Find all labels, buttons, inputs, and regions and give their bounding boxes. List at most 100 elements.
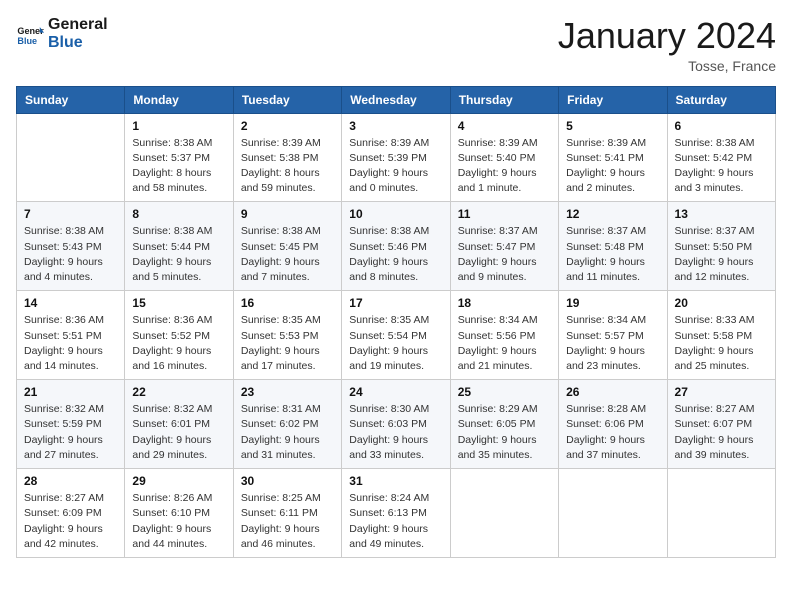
day-info: Sunrise: 8:37 AMSunset: 5:48 PMDaylight:… <box>566 224 659 285</box>
weekday-header: Thursday <box>450 86 558 113</box>
day-number: 12 <box>566 207 659 221</box>
calendar-cell: 12 Sunrise: 8:37 AMSunset: 5:48 PMDayligh… <box>559 202 667 291</box>
day-info: Sunrise: 8:24 AMSunset: 6:13 PMDaylight:… <box>349 491 442 552</box>
day-number: 22 <box>132 385 225 399</box>
weekday-header: Friday <box>559 86 667 113</box>
day-number: 16 <box>241 296 334 310</box>
day-info: Sunrise: 8:34 AMSunset: 5:57 PMDaylight:… <box>566 313 659 374</box>
day-number: 26 <box>566 385 659 399</box>
day-info: Sunrise: 8:35 AMSunset: 5:53 PMDaylight:… <box>241 313 334 374</box>
logo-icon: General Blue <box>16 20 44 48</box>
day-number: 13 <box>675 207 768 221</box>
day-number: 25 <box>458 385 551 399</box>
day-info: Sunrise: 8:39 AMSunset: 5:40 PMDaylight:… <box>458 136 551 197</box>
calendar-cell: 19 Sunrise: 8:34 AMSunset: 5:57 PMDayligh… <box>559 291 667 380</box>
day-number: 18 <box>458 296 551 310</box>
title-area: January 2024 Tosse, France <box>558 16 776 74</box>
day-info: Sunrise: 8:27 AMSunset: 6:07 PMDaylight:… <box>675 402 768 463</box>
day-number: 31 <box>349 474 442 488</box>
day-info: Sunrise: 8:37 AMSunset: 5:50 PMDaylight:… <box>675 224 768 285</box>
calendar-cell: 7Sunrise: 8:38 AMSunset: 5:43 PMDaylight… <box>17 202 125 291</box>
calendar-cell: 21 Sunrise: 8:32 AMSunset: 5:59 PMDayligh… <box>17 380 125 469</box>
calendar-cell: 5 Sunrise: 8:39 AMSunset: 5:41 PMDaylight… <box>559 113 667 202</box>
calendar-cell: 23 Sunrise: 8:31 AMSunset: 6:02 PMDayligh… <box>233 380 341 469</box>
day-number: 4 <box>458 119 551 133</box>
calendar-week-row: 21 Sunrise: 8:32 AMSunset: 5:59 PMDayligh… <box>17 380 776 469</box>
calendar-cell: 30 Sunrise: 8:25 AMSunset: 6:11 PMDayligh… <box>233 469 341 558</box>
day-number: 30 <box>241 474 334 488</box>
day-number: 9 <box>241 207 334 221</box>
weekday-header-row: SundayMondayTuesdayWednesdayThursdayFrid… <box>17 86 776 113</box>
calendar-week-row: 1Sunrise: 8:38 AMSunset: 5:37 PMDaylight… <box>17 113 776 202</box>
day-number: 5 <box>566 119 659 133</box>
calendar-cell: 11 Sunrise: 8:37 AMSunset: 5:47 PMDayligh… <box>450 202 558 291</box>
calendar-cell: 9 Sunrise: 8:38 AMSunset: 5:45 PMDaylight… <box>233 202 341 291</box>
day-info: Sunrise: 8:38 AMSunset: 5:44 PMDaylight:… <box>132 224 225 285</box>
day-info: Sunrise: 8:37 AMSunset: 5:47 PMDaylight:… <box>458 224 551 285</box>
calendar-cell: 10 Sunrise: 8:38 AMSunset: 5:46 PMDayligh… <box>342 202 450 291</box>
calendar-cell <box>450 469 558 558</box>
logo: General Blue GeneralBlue <box>16 16 108 51</box>
calendar-cell <box>17 113 125 202</box>
day-info: Sunrise: 8:26 AMSunset: 6:10 PMDaylight:… <box>132 491 225 552</box>
calendar-cell: 6 Sunrise: 8:38 AMSunset: 5:42 PMDaylight… <box>667 113 775 202</box>
day-number: 20 <box>675 296 768 310</box>
calendar-cell <box>667 469 775 558</box>
calendar-cell: 14Sunrise: 8:36 AMSunset: 5:51 PMDayligh… <box>17 291 125 380</box>
calendar-cell: 3Sunrise: 8:39 AMSunset: 5:39 PMDaylight… <box>342 113 450 202</box>
logo-text: GeneralBlue <box>48 16 108 51</box>
day-info: Sunrise: 8:25 AMSunset: 6:11 PMDaylight:… <box>241 491 334 552</box>
day-number: 24 <box>349 385 442 399</box>
day-number: 21 <box>24 385 117 399</box>
day-info: Sunrise: 8:31 AMSunset: 6:02 PMDaylight:… <box>241 402 334 463</box>
day-info: Sunrise: 8:38 AMSunset: 5:42 PMDaylight:… <box>675 136 768 197</box>
day-info: Sunrise: 8:38 AMSunset: 5:46 PMDaylight:… <box>349 224 442 285</box>
calendar-cell: 17 Sunrise: 8:35 AMSunset: 5:54 PMDayligh… <box>342 291 450 380</box>
month-title: January 2024 <box>558 16 776 56</box>
day-number: 8 <box>132 207 225 221</box>
day-number: 1 <box>132 119 225 133</box>
day-info: Sunrise: 8:29 AMSunset: 6:05 PMDaylight:… <box>458 402 551 463</box>
calendar-cell: 24 Sunrise: 8:30 AMSunset: 6:03 PMDayligh… <box>342 380 450 469</box>
calendar-cell: 20Sunrise: 8:33 AMSunset: 5:58 PMDayligh… <box>667 291 775 380</box>
calendar-cell: 29 Sunrise: 8:26 AMSunset: 6:10 PMDayligh… <box>125 469 233 558</box>
day-info: Sunrise: 8:36 AMSunset: 5:52 PMDaylight:… <box>132 313 225 374</box>
weekday-header: Monday <box>125 86 233 113</box>
calendar-cell: 1Sunrise: 8:38 AMSunset: 5:37 PMDaylight… <box>125 113 233 202</box>
day-number: 6 <box>675 119 768 133</box>
calendar-header: General Blue GeneralBlue January 2024 To… <box>16 16 776 74</box>
svg-text:Blue: Blue <box>17 35 37 45</box>
weekday-header: Sunday <box>17 86 125 113</box>
day-number: 29 <box>132 474 225 488</box>
calendar-cell: 25 Sunrise: 8:29 AMSunset: 6:05 PMDayligh… <box>450 380 558 469</box>
location: Tosse, France <box>558 58 776 74</box>
day-number: 2 <box>241 119 334 133</box>
day-number: 19 <box>566 296 659 310</box>
day-info: Sunrise: 8:35 AMSunset: 5:54 PMDaylight:… <box>349 313 442 374</box>
day-info: Sunrise: 8:39 AMSunset: 5:41 PMDaylight:… <box>566 136 659 197</box>
day-number: 7 <box>24 207 117 221</box>
calendar-cell: 4 Sunrise: 8:39 AMSunset: 5:40 PMDaylight… <box>450 113 558 202</box>
calendar-cell: 15 Sunrise: 8:36 AMSunset: 5:52 PMDayligh… <box>125 291 233 380</box>
day-number: 23 <box>241 385 334 399</box>
day-info: Sunrise: 8:28 AMSunset: 6:06 PMDaylight:… <box>566 402 659 463</box>
day-info: Sunrise: 8:32 AMSunset: 5:59 PMDaylight:… <box>24 402 117 463</box>
day-info: Sunrise: 8:30 AMSunset: 6:03 PMDaylight:… <box>349 402 442 463</box>
day-info: Sunrise: 8:34 AMSunset: 5:56 PMDaylight:… <box>458 313 551 374</box>
calendar-week-row: 7Sunrise: 8:38 AMSunset: 5:43 PMDaylight… <box>17 202 776 291</box>
day-number: 10 <box>349 207 442 221</box>
calendar-cell: 22 Sunrise: 8:32 AMSunset: 6:01 PMDayligh… <box>125 380 233 469</box>
calendar-cell: 8 Sunrise: 8:38 AMSunset: 5:44 PMDaylight… <box>125 202 233 291</box>
day-number: 11 <box>458 207 551 221</box>
day-number: 17 <box>349 296 442 310</box>
day-number: 15 <box>132 296 225 310</box>
calendar-cell <box>559 469 667 558</box>
day-number: 3 <box>349 119 442 133</box>
calendar-cell: 18 Sunrise: 8:34 AMSunset: 5:56 PMDayligh… <box>450 291 558 380</box>
day-info: Sunrise: 8:27 AMSunset: 6:09 PMDaylight:… <box>24 491 117 552</box>
weekday-header: Saturday <box>667 86 775 113</box>
calendar-cell: 31 Sunrise: 8:24 AMSunset: 6:13 PMDayligh… <box>342 469 450 558</box>
weekday-header: Wednesday <box>342 86 450 113</box>
day-info: Sunrise: 8:32 AMSunset: 6:01 PMDaylight:… <box>132 402 225 463</box>
day-info: Sunrise: 8:38 AMSunset: 5:45 PMDaylight:… <box>241 224 334 285</box>
